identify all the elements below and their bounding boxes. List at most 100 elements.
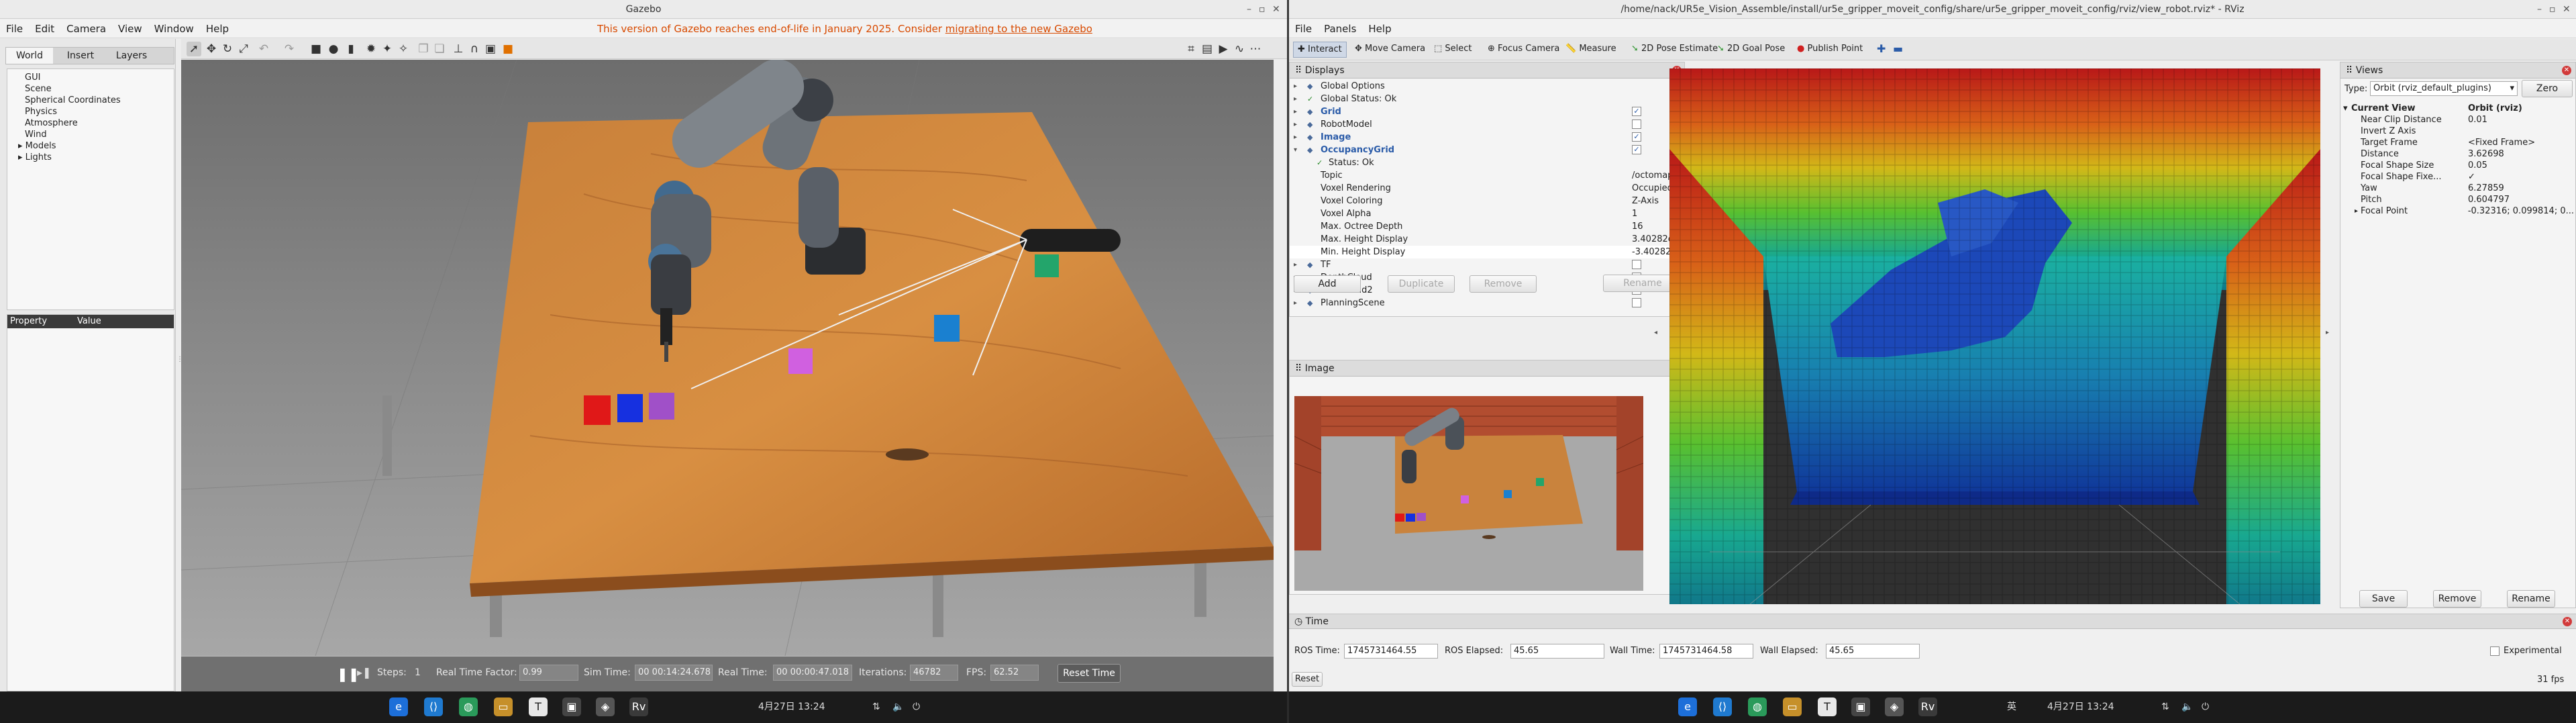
tool-move-camera[interactable]: ✥ Move Camera (1355, 42, 1425, 58)
menu-window[interactable]: Window (148, 19, 200, 38)
display-enable-checkbox[interactable]: ✓ (1632, 132, 1641, 142)
terminal-icon[interactable]: ▣ (562, 697, 581, 716)
display-row[interactable]: Min. Height Display -3.40282e+38 (1290, 246, 1695, 258)
terminal-icon[interactable]: ▣ (1851, 697, 1870, 716)
typora-icon[interactable]: T (529, 697, 548, 716)
world-item-scene[interactable]: Scene (25, 83, 174, 95)
view-property-row[interactable]: Focal Shape Size 0.05 (2343, 160, 2574, 171)
display-row-value[interactable]: 1 (1632, 207, 1637, 220)
wall-time-field[interactable]: 1745731464.58 (1659, 644, 1753, 659)
zero-button[interactable]: Zero (2522, 80, 2573, 97)
network-icon[interactable]: ⇅ (2161, 691, 2169, 723)
tool-focus-camera[interactable]: ⊕ Focus Camera (1488, 42, 1559, 58)
view-property-value[interactable]: 0.05 (2468, 160, 2487, 171)
view-property-value[interactable]: ✓ (2468, 171, 2475, 183)
ros-time-field[interactable]: 1745731464.55 (1344, 644, 1438, 659)
rviz-app-icon[interactable]: Rv (1918, 697, 1937, 716)
close-time-icon[interactable]: ✕ (2563, 617, 2572, 626)
close-views-icon[interactable]: ✕ (2562, 66, 2571, 75)
wall-elapsed-field[interactable]: 45.65 (1826, 644, 1920, 659)
rename-view-button[interactable]: Rename (2507, 590, 2555, 608)
display-row[interactable]: ▾ ◆ OccupancyGrid ✓ (1290, 144, 1684, 156)
display-row[interactable]: ▸ ◆ Global Options (1290, 80, 1684, 93)
ime-indicator[interactable]: 英 (2007, 691, 2016, 723)
files-icon[interactable]: ▭ (494, 697, 513, 716)
display-row[interactable]: Max. Height Display 3.40282e+38 (1290, 233, 1692, 246)
display-row[interactable]: Voxel Alpha 1 (1290, 207, 1684, 220)
cylinder-shape-icon[interactable]: ▮ (344, 42, 358, 56)
record-icon[interactable]: ■ (501, 42, 515, 56)
copy-icon[interactable]: ❐ (416, 42, 431, 56)
paste-icon[interactable]: ❏ (432, 42, 447, 56)
duplicate-display-button[interactable]: Duplicate (1388, 275, 1455, 293)
pause-icon[interactable]: ❚❚ (337, 666, 360, 682)
display-row[interactable]: ✓ Status: Ok (1290, 156, 1684, 169)
expand-arrow-icon[interactable]: ▸ (18, 141, 25, 151)
experimental-checkbox[interactable] (2490, 646, 2500, 656)
menu-panels[interactable]: Panels (1318, 19, 1362, 38)
view-property-row[interactable]: Focal Shape Fixe... ✓ (2343, 171, 2574, 183)
typora-icon[interactable]: T (1818, 697, 1837, 716)
maximize-icon[interactable]: ▫ (2549, 0, 2556, 19)
view-property-value[interactable]: 3.62698 (2468, 148, 2504, 160)
expand-arrow-icon[interactable]: ▸ (1294, 131, 1297, 144)
display-row[interactable]: ▸ ◆ TF (1290, 258, 1684, 271)
view-property-value[interactable]: -0.32316; 0.099814; 0... (2468, 205, 2574, 217)
tool-2d-pose-estimate[interactable]: ➘ 2D Pose Estimate (1631, 42, 1718, 58)
sun-light-icon[interactable]: ✹ (364, 42, 378, 56)
tab-layers[interactable]: Layers (108, 48, 155, 64)
redo-icon[interactable]: ↷ (282, 42, 297, 56)
change-view-icon[interactable]: ▣ (483, 42, 498, 56)
display-row[interactable]: ▸ ✓ Global Status: Ok (1290, 93, 1684, 105)
point-light-icon[interactable]: ✦ (380, 42, 395, 56)
add-tool-icon[interactable]: ✚ (1877, 42, 1886, 56)
reset-time-button[interactable]: Reset Time (1058, 664, 1121, 683)
network-icon[interactable]: ⇅ (872, 691, 880, 723)
select-arrow-icon[interactable]: ➚ (187, 42, 201, 56)
rviz-3d-view[interactable] (1669, 68, 2320, 604)
files-icon[interactable]: ▭ (1783, 697, 1802, 716)
vscode-icon[interactable]: ⟨⟩ (1713, 697, 1732, 716)
menu-camera[interactable]: Camera (60, 19, 112, 38)
box-shape-icon[interactable]: ■ (309, 42, 323, 56)
world-item-spherical[interactable]: Spherical Coordinates (25, 95, 174, 106)
display-enable-checkbox[interactable] (1632, 260, 1641, 269)
expand-arrow-icon[interactable]: ▸ (1294, 105, 1297, 118)
menu-help[interactable]: Help (200, 19, 235, 38)
world-item-wind[interactable]: Wind (25, 129, 174, 140)
reset-button[interactable]: Reset (1292, 672, 1323, 687)
tool-select[interactable]: ⬚ Select (1434, 42, 1472, 58)
view-property-value[interactable]: <Fixed Frame> (2468, 137, 2535, 148)
migration-link[interactable]: migrating to the new Gazebo (945, 23, 1092, 35)
video-icon[interactable]: ▶ (1216, 42, 1231, 56)
undo-icon[interactable]: ↶ (256, 42, 271, 56)
screenshot-icon[interactable]: ⌗ (1184, 42, 1198, 56)
steps-value[interactable]: 1 (415, 667, 421, 678)
edge-icon[interactable]: e (1678, 697, 1697, 716)
world-item-atmosphere[interactable]: Atmosphere (25, 117, 174, 129)
display-row[interactable]: Voxel Coloring Z-Axis (1290, 195, 1684, 207)
scale-icon[interactable]: ⤢ (236, 42, 251, 56)
graph-icon[interactable]: ⋯ (1248, 42, 1263, 56)
volume-icon[interactable]: 🔈 (2181, 691, 2193, 723)
vscode-icon[interactable]: ⟨⟩ (424, 697, 443, 716)
view-property-row[interactable]: Yaw 6.27859 (2343, 183, 2574, 194)
view-property-row[interactable]: Near Clip Distance 0.01 (2343, 114, 2574, 126)
tab-world[interactable]: World (6, 48, 53, 64)
rviz-app-icon[interactable]: Rv (629, 697, 648, 716)
view-property-row[interactable]: Pitch 0.604797 (2343, 194, 2574, 205)
maximize-icon[interactable]: ▫ (1259, 0, 1266, 19)
rotate-icon[interactable]: ↻ (220, 42, 235, 56)
menu-edit[interactable]: Edit (29, 19, 60, 38)
menu-file[interactable]: File (1289, 19, 1318, 38)
display-row[interactable]: ▸ ◆ Grid ✓ (1290, 105, 1684, 118)
expand-arrow-icon[interactable]: ▸ (1294, 258, 1297, 271)
expand-arrow-icon[interactable]: ▸ (1294, 118, 1297, 131)
splitter-handle[interactable]: ⋮ (176, 356, 183, 383)
expand-arrow-icon[interactable]: ▾ (1294, 144, 1297, 156)
tool-interact[interactable]: ✚ Interact (1293, 42, 1347, 58)
taskbar-clock-right[interactable]: 4月27日 13:24 (2047, 691, 2114, 723)
volume-icon[interactable]: 🔈 (892, 691, 904, 723)
add-display-button[interactable]: Add (1294, 275, 1361, 293)
displays-collapse-icon[interactable]: ◂ (1654, 329, 1657, 336)
